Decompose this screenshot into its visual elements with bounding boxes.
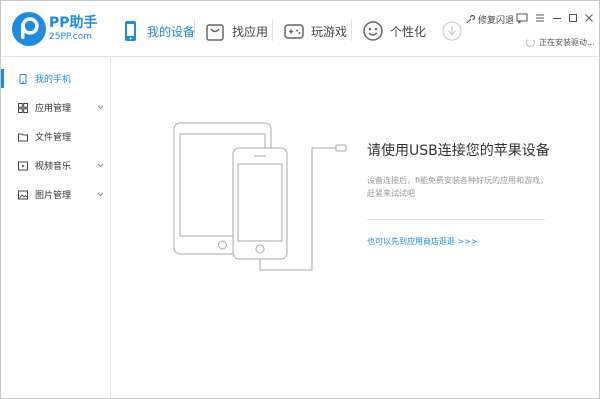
- sidebar-item-video-music[interactable]: 视频音乐: [1, 151, 110, 180]
- nav-divider: [194, 19, 195, 41]
- tab-my-device[interactable]: 我的设备: [119, 11, 195, 51]
- image-icon: [18, 190, 28, 199]
- gamepad-icon: [284, 24, 304, 39]
- nav-divider: [351, 19, 352, 41]
- media-icon: [18, 161, 28, 170]
- sidebar-item-my-phone[interactable]: 我的手机: [1, 64, 110, 93]
- tab-label: 个性化: [390, 24, 427, 39]
- connection-status-label: 正在安装驱动...: [539, 38, 595, 47]
- app-store-link[interactable]: 也可以先到应用商店逛逛 >>>: [367, 236, 478, 247]
- tab-play-games[interactable]: 玩游戏: [283, 11, 347, 51]
- chevron-down-icon: [97, 163, 104, 168]
- tab-label: 玩游戏: [311, 24, 348, 39]
- minimize-icon[interactable]: [550, 11, 564, 25]
- phone-icon: [19, 73, 27, 84]
- chevron-down-icon: [97, 192, 104, 197]
- sidebar-item-file-management[interactable]: 文件管理: [1, 122, 110, 151]
- usb-plug: [335, 144, 347, 152]
- loading-spinner-icon: [526, 38, 535, 47]
- folder-icon: [18, 133, 28, 141]
- shopping-bag-icon: [206, 24, 224, 41]
- main-content: 请使用USB连接您的苹果设备 设备连接后，fi能免费安装各种好玩的应用和游戏，赶…: [112, 58, 599, 398]
- sidebar: 我的手机 应用管理 文件管理 视频音乐 图片管理: [1, 58, 111, 398]
- sidebar-item-label: 视频音乐: [35, 162, 72, 172]
- phone-icon: [125, 21, 136, 41]
- download-icon[interactable]: [442, 21, 462, 41]
- tab-label: 找应用: [232, 24, 269, 39]
- tab-label: 我的设备: [147, 24, 196, 39]
- close-icon[interactable]: [582, 11, 596, 25]
- connection-status: 正在安装驱动...: [526, 37, 595, 48]
- phone-outline: [232, 147, 288, 260]
- divider: [367, 219, 545, 220]
- connect-prompt-description: 设备连接后，fi能免费安装各种好玩的应用和游戏，赶紧来试试吧: [367, 176, 549, 198]
- header-bar: PP助手 25PP.com 我的设备 找应用 玩游戏 个性化 修复闪退 正在安装…: [1, 1, 599, 57]
- tab-find-apps[interactable]: 找应用: [204, 11, 268, 51]
- app-name: PP助手: [49, 15, 98, 31]
- menu-icon[interactable]: [533, 11, 547, 25]
- sidebar-item-image-management[interactable]: 图片管理: [1, 180, 110, 209]
- sidebar-item-label: 图片管理: [35, 191, 72, 201]
- sidebar-item-label: 文件管理: [35, 133, 72, 143]
- app-window: PP助手 25PP.com 我的设备 找应用 玩游戏 个性化 修复闪退 正在安装…: [0, 0, 600, 399]
- connect-prompt-title: 请使用USB连接您的苹果设备: [367, 143, 550, 159]
- apps-grid-icon: [18, 102, 28, 113]
- maximize-icon[interactable]: [566, 11, 580, 25]
- nav-divider: [272, 19, 273, 41]
- pp-logo-icon: [12, 12, 46, 46]
- chevron-down-icon: [97, 105, 104, 110]
- fix-crash-label: 修复闪退: [478, 16, 515, 26]
- smiley-icon: [363, 21, 383, 41]
- app-url: 25PP.com: [49, 32, 92, 42]
- wrench-icon: [466, 14, 475, 23]
- sidebar-item-label: 我的手机: [35, 75, 72, 85]
- devices-illustration: [173, 122, 347, 271]
- sidebar-item-label: 应用管理: [35, 104, 72, 114]
- tab-personalize[interactable]: 个性化: [362, 11, 426, 51]
- fix-crash-button[interactable]: 修复闪退: [465, 13, 514, 26]
- message-icon[interactable]: [515, 11, 529, 25]
- sidebar-item-app-management[interactable]: 应用管理: [1, 93, 110, 122]
